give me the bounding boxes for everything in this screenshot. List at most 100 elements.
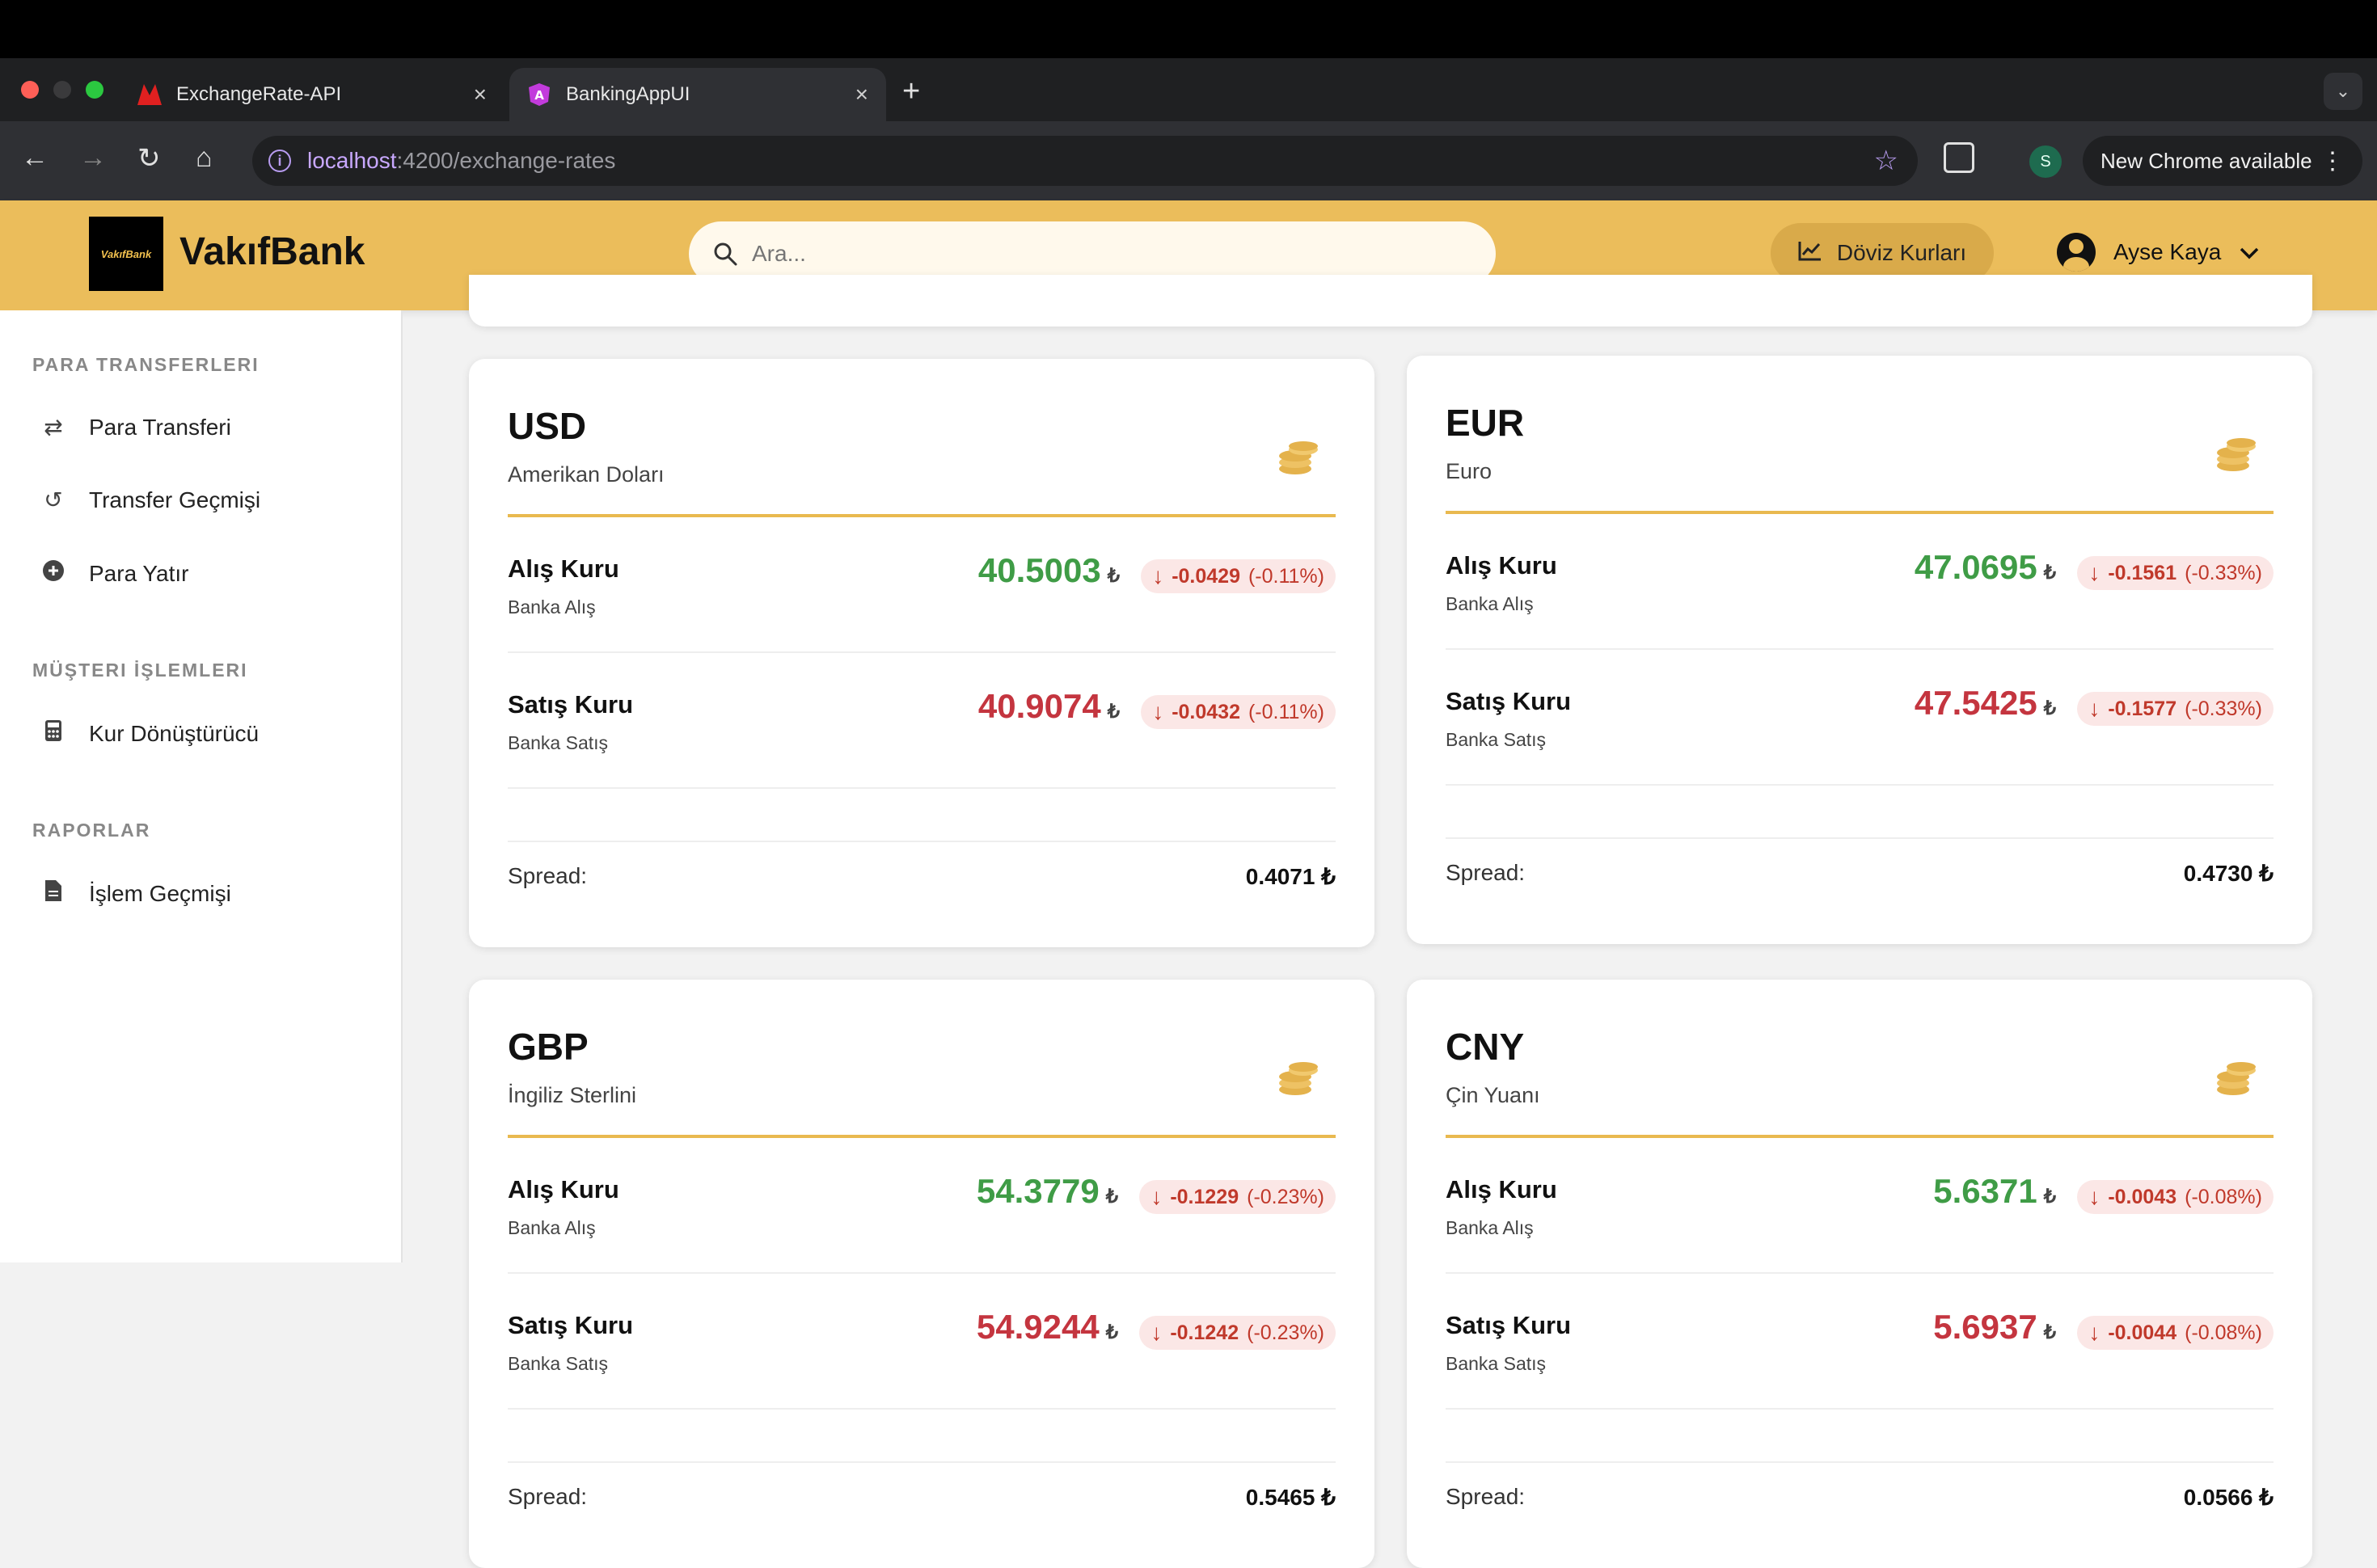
tab-search-chevron-icon[interactable]: ⌄ — [2324, 73, 2362, 110]
sell-label: Satış Kuru — [508, 1311, 634, 1339]
currency-name: Çin Yuanı — [1446, 1083, 1540, 1107]
buy-label: Alış Kuru — [1446, 1175, 1557, 1203]
sidebar: PARA TRANSFERLERI ⇄ Para Transferi ↺ Tra… — [0, 310, 403, 1262]
spread-value: 0.4071 ₺ — [1245, 864, 1336, 889]
buy-label: Alış Kuru — [508, 1175, 619, 1203]
calculator-icon — [40, 719, 66, 748]
buy-change-percent: (-0.33%) — [2185, 561, 2262, 584]
section-title-raporlar: RAPORLAR — [32, 820, 151, 841]
close-window-button[interactable] — [21, 81, 39, 99]
buy-value: 40.5003 ₺ — [978, 551, 1120, 590]
new-chrome-available-button[interactable]: New Chrome available ⋮ — [2083, 136, 2362, 186]
arrow-down-icon: ↓ — [2088, 560, 2100, 585]
line-chart-icon — [1798, 240, 1822, 267]
spread-row: Spread: 0.4730 ₺ — [1446, 837, 2274, 910]
user-menu[interactable]: Ayse Kaya — [2057, 233, 2260, 272]
sell-change-badge: ↓ -0.1242 (-0.23%) — [1139, 1316, 1336, 1350]
sell-change-amount: -0.1577 — [2108, 697, 2177, 720]
forward-arrow-icon[interactable]: → — [79, 142, 107, 174]
sell-change-percent: (-0.23%) — [1247, 1321, 1324, 1344]
sell-sublabel: Banka Satış — [508, 732, 609, 753]
search-icon — [713, 242, 737, 266]
sidebar-item-label: Kur Dönüştürücü — [89, 720, 260, 746]
buy-label: Alış Kuru — [508, 554, 619, 583]
close-tab-icon[interactable]: × — [474, 82, 487, 107]
sidebar-item-transfer-gecmisi[interactable]: ↺ Transfer Geçmişi — [40, 487, 260, 513]
coins-icon — [1277, 436, 1319, 478]
url-host: localhost — [307, 148, 397, 173]
extensions-puzzle-icon[interactable] — [1944, 142, 1974, 173]
reload-icon[interactable]: ↻ — [137, 142, 161, 175]
currency-code: CNY — [1446, 1026, 1525, 1068]
arrow-down-icon: ↓ — [2088, 696, 2100, 721]
url-path: :4200/exchange-rates — [396, 148, 616, 173]
site-info-icon[interactable]: i — [268, 150, 291, 172]
buy-change-badge: ↓ -0.0043 (-0.08%) — [2077, 1180, 2274, 1214]
tab-exchangerate-api[interactable]: ExchangeRate-API × — [120, 68, 505, 121]
search-input[interactable] — [752, 241, 1399, 267]
sell-rate-row: Satış Kuru Banka Satış 54.9244 ₺ ↓ -0.124… — [508, 1274, 1336, 1410]
new-tab-button[interactable]: + — [902, 74, 920, 109]
currency-card-gbp[interactable]: GBP İngiliz Sterlini Alış Kuru Banka Alı… — [469, 980, 1374, 1568]
minimize-window-button[interactable] — [53, 81, 71, 99]
sidebar-item-label: Para Yatır — [89, 560, 189, 586]
tab-bankingappui[interactable]: A BankingAppUI × — [509, 68, 886, 121]
arrow-down-icon: ↓ — [1152, 563, 1164, 588]
sell-rate: 40.9074 — [977, 687, 1101, 725]
currency-name: Amerikan Doları — [508, 462, 665, 487]
lira-symbol: ₺ — [1105, 1321, 1118, 1343]
sell-value: 54.9244 ₺ — [977, 1308, 1118, 1347]
exchange-rates-button[interactable]: Döviz Kurları — [1771, 223, 1994, 283]
currency-card-eur[interactable]: EUR Euro Alış Kuru Banka Alış 47.0695 ₺ ↓… — [1407, 356, 2312, 944]
bookmark-star-icon[interactable]: ☆ — [1874, 145, 1898, 177]
home-icon[interactable]: ⌂ — [196, 142, 213, 174]
chevron-down-icon — [2239, 240, 2260, 265]
arrow-down-icon: ↓ — [1151, 1320, 1163, 1345]
sidebar-item-para-transferi[interactable]: ⇄ Para Transferi — [40, 414, 231, 440]
lira-symbol: ₺ — [1107, 701, 1120, 723]
sell-change-percent: (-0.11%) — [1248, 700, 1324, 723]
lira-symbol: ₺ — [2043, 698, 2056, 719]
maximize-window-button[interactable] — [86, 81, 103, 99]
sell-value: 47.5425 ₺ — [1915, 684, 2056, 723]
transfer-arrows-icon: ⇄ — [44, 415, 63, 440]
back-arrow-icon[interactable]: ← — [21, 142, 49, 174]
currency-card-usd[interactable]: USD Amerikan Doları Alış Kuru Banka Alış… — [469, 359, 1374, 947]
brand-name[interactable]: VakıfBank — [179, 230, 365, 274]
vakifbank-logo[interactable]: VakıfBank — [89, 217, 163, 291]
sell-change-badge: ↓ -0.1577 (-0.33%) — [2077, 692, 2274, 726]
kebab-menu-icon[interactable]: ⋮ — [2320, 147, 2345, 175]
buy-value: 5.6371 ₺ — [1933, 1172, 2056, 1211]
svg-text:A: A — [534, 88, 544, 103]
sell-change-percent: (-0.33%) — [2185, 697, 2262, 720]
sell-sublabel: Banka Satış — [1446, 1353, 1547, 1374]
card-scrolled-top — [469, 275, 2312, 327]
currency-code: USD — [508, 405, 587, 447]
document-icon — [40, 879, 66, 908]
buy-change-badge: ↓ -0.1229 (-0.23%) — [1139, 1180, 1336, 1214]
buy-rate-row: Alış Kuru Banka Alış 40.5003 ₺ ↓ -0.0429 … — [508, 517, 1336, 653]
sell-rate-row: Satış Kuru Banka Satış 47.5425 ₺ ↓ -0.157… — [1446, 650, 2274, 786]
lira-symbol: ₺ — [1105, 1186, 1118, 1208]
close-tab-icon[interactable]: × — [855, 82, 868, 107]
buy-value: 54.3779 ₺ — [977, 1172, 1118, 1211]
profile-avatar[interactable]: S — [2029, 145, 2062, 178]
sidebar-item-label: Transfer Geçmişi — [89, 487, 261, 512]
sidebar-item-para-yatir[interactable]: Para Yatır — [40, 559, 188, 588]
sidebar-item-kur-donusturucu[interactable]: Kur Dönüştürücü — [40, 719, 259, 748]
sell-change-badge: ↓ -0.0044 (-0.08%) — [2077, 1316, 2274, 1350]
sell-label: Satış Kuru — [1446, 1311, 1572, 1339]
buy-rate: 5.6371 — [1933, 1172, 2037, 1210]
buy-change-amount: -0.1229 — [1170, 1185, 1239, 1208]
spread-row: Spread: 0.4071 ₺ — [508, 841, 1336, 913]
section-title-musteri-islemleri: MÜŞTERI İŞLEMLERI — [32, 660, 248, 681]
logo-text: VakıfBank — [100, 247, 152, 260]
buy-rate: 47.0695 — [1914, 548, 2037, 586]
section-title-para-transferleri: PARA TRANSFERLERI — [32, 354, 260, 375]
spread-label: Spread: — [1446, 860, 1526, 885]
sidebar-item-islem-gecmisi[interactable]: İşlem Geçmişi — [40, 879, 231, 908]
url-input[interactable]: i localhost :4200/exchange-rates ☆ — [252, 136, 1918, 186]
sell-label: Satış Kuru — [1446, 687, 1572, 715]
currency-card-cny[interactable]: CNY Çin Yuanı Alış Kuru Banka Alış 5.637… — [1407, 980, 2312, 1568]
sell-change-amount: -0.1242 — [1170, 1321, 1239, 1344]
